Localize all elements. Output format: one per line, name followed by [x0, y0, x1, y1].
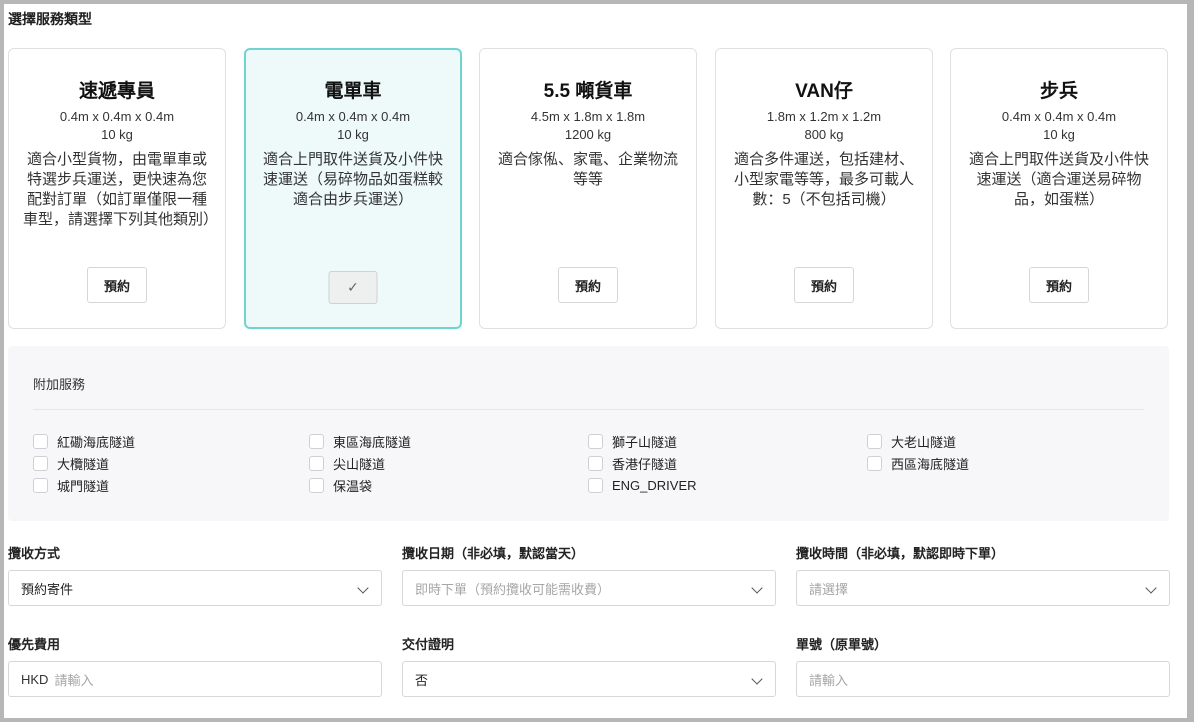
- service-dimensions: 0.4m x 0.4m x 0.4m: [1001, 109, 1117, 124]
- service-weight: 1200 kg: [564, 127, 612, 142]
- service-name: VAN仔: [795, 81, 853, 102]
- checkbox[interactable]: [588, 455, 603, 471]
- pickup-time-select[interactable]: 請選擇: [796, 570, 1170, 606]
- service-description: 適合小型貨物，由電單車或特選步兵運送，更快速為您配對訂單（如訂單僅限一種車型，請…: [23, 151, 219, 228]
- currency-prefix: HKD: [21, 671, 49, 687]
- book-button[interactable]: 預約: [87, 267, 147, 303]
- book-button[interactable]: 預約: [794, 267, 854, 303]
- priority-fee-label: 優先費用: [8, 637, 61, 652]
- addon-label: 西區海底隧道: [891, 456, 970, 472]
- service-weight: 10 kg: [101, 127, 133, 142]
- checkbox[interactable]: [867, 433, 882, 449]
- pickup-date-label: 攬收日期（非必填，默認當天）: [402, 546, 585, 561]
- pickup-date-select[interactable]: 即時下單（預約攬收可能需收費）: [402, 570, 776, 606]
- addon-option[interactable]: 大老山隧道: [867, 431, 956, 451]
- pickup-time-placeholder: 請選擇: [809, 581, 849, 597]
- addon-label: 尖山隧道: [333, 456, 386, 472]
- addon-option[interactable]: 大欖隧道: [33, 453, 109, 473]
- service-weight: 10 kg: [1043, 127, 1075, 142]
- checkbox[interactable]: [588, 433, 603, 449]
- addon-label: 東區海底隧道: [333, 434, 412, 450]
- service-name: 步兵: [1039, 81, 1078, 102]
- service-card-truck[interactable]: 5.5 噸貨車 4.5m x 1.8m x 1.8m 1200 kg 適合傢俬、…: [479, 48, 697, 329]
- addon-option[interactable]: 獅子山隧道: [588, 431, 677, 451]
- addon-label: 香港仔隧道: [612, 456, 678, 472]
- addon-option[interactable]: 尖山隧道: [309, 453, 385, 473]
- delivery-proof-value: 否: [415, 672, 429, 688]
- addon-option[interactable]: 城門隧道: [33, 475, 109, 495]
- addon-option[interactable]: 紅磡海底隧道: [33, 431, 135, 451]
- booking-panel: 選擇服務類型 速遞專員 0.4m x 0.4m x 0.4m 10 kg 適合小…: [4, 4, 1187, 718]
- addon-label: 保温袋: [333, 478, 373, 494]
- delivery-proof-label: 交付證明: [402, 637, 455, 652]
- checkbox[interactable]: [33, 455, 48, 471]
- checkbox[interactable]: [309, 477, 324, 493]
- checkbox[interactable]: [33, 477, 48, 493]
- addon-option[interactable]: 保温袋: [309, 475, 372, 495]
- addon-label: 獅子山隧道: [612, 434, 678, 450]
- service-dimensions: 0.4m x 0.4m x 0.4m: [59, 109, 175, 124]
- chevron-down-icon: [1145, 582, 1157, 594]
- addon-label: 紅磡海底隧道: [57, 434, 136, 450]
- selected-check-button[interactable]: ✓: [328, 271, 378, 304]
- addon-label: 大老山隧道: [891, 434, 957, 450]
- addon-option[interactable]: 西區海底隧道: [867, 453, 969, 473]
- addon-label: 大欖隧道: [57, 456, 110, 472]
- service-weight: 800 kg: [804, 127, 844, 142]
- priority-fee-input[interactable]: HKD 請輸入: [8, 661, 382, 697]
- checkbox[interactable]: [867, 455, 882, 471]
- addon-title: 附加服務: [33, 377, 86, 392]
- addon-option[interactable]: ENG_DRIVER: [588, 475, 697, 495]
- page-title: 選擇服務類型: [8, 11, 92, 27]
- divider: [33, 409, 1144, 410]
- book-button[interactable]: 預約: [1029, 267, 1089, 303]
- pickup-date-placeholder: 即時下單（預約攬收可能需收費）: [415, 581, 611, 597]
- chevron-down-icon: [357, 582, 369, 594]
- addon-services-section: 附加服務 紅磡海底隧道 大欖隧道 城門隧道 東區海底隧道 尖山隧道 保温袋 獅子…: [8, 346, 1169, 521]
- addon-label: 城門隧道: [57, 478, 110, 494]
- service-name: 5.5 噸貨車: [543, 81, 633, 102]
- service-description: 適合傢俬、家電、企業物流等等: [497, 151, 678, 188]
- service-name: 速遞專員: [78, 81, 155, 102]
- service-dimensions: 0.4m x 0.4m x 0.4m: [295, 109, 411, 124]
- order-number-label: 單號（原單號）: [796, 637, 888, 652]
- checkbox[interactable]: [309, 433, 324, 449]
- addon-option[interactable]: 香港仔隧道: [588, 453, 677, 473]
- pickup-method-label: 攬收方式: [8, 546, 61, 561]
- service-weight: 10 kg: [337, 127, 369, 142]
- service-card-courier[interactable]: 速遞專員 0.4m x 0.4m x 0.4m 10 kg 適合小型貨物，由電單…: [8, 48, 226, 329]
- checkbox[interactable]: [309, 455, 324, 471]
- pickup-method-select[interactable]: 預約寄件: [8, 570, 382, 606]
- delivery-proof-select[interactable]: 否: [402, 661, 776, 697]
- service-dimensions: 4.5m x 1.8m x 1.8m: [530, 109, 646, 124]
- checkbox[interactable]: [588, 477, 603, 493]
- service-description: 適合多件運送，包括建材、小型家電等等，最多可載人數：5（不包括司機）: [733, 151, 914, 208]
- service-description: 適合上門取件送貨及小件快速運送（易碎物品如蛋糕較適合由步兵運送）: [262, 151, 443, 208]
- service-card-motorcycle[interactable]: 電單車 0.4m x 0.4m x 0.4m 10 kg 適合上門取件送貨及小件…: [244, 48, 462, 329]
- checkbox[interactable]: [33, 433, 48, 449]
- book-button[interactable]: 預約: [558, 267, 618, 303]
- chevron-down-icon: [751, 582, 763, 594]
- priority-fee-placeholder: 請輸入: [54, 672, 94, 688]
- service-card-walker[interactable]: 步兵 0.4m x 0.4m x 0.4m 10 kg 適合上門取件送貨及小件快…: [950, 48, 1168, 329]
- pickup-method-value: 預約寄件: [21, 581, 74, 597]
- service-card-van[interactable]: VAN仔 1.8m x 1.2m x 1.2m 800 kg 適合多件運送，包括…: [715, 48, 933, 329]
- order-number-input[interactable]: 請輸入: [796, 661, 1170, 697]
- service-dimensions: 1.8m x 1.2m x 1.2m: [766, 109, 882, 124]
- addon-label: ENG_DRIVER: [612, 477, 697, 493]
- order-number-placeholder: 請輸入: [809, 672, 849, 688]
- pickup-time-label: 攬收時間（非必填，默認即時下單）: [796, 546, 1005, 561]
- chevron-down-icon: [751, 673, 763, 685]
- service-name: 電單車: [324, 81, 382, 102]
- addon-option[interactable]: 東區海底隧道: [309, 431, 411, 451]
- service-description: 適合上門取件送貨及小件快速運送（適合運送易碎物品，如蛋糕）: [968, 151, 1149, 208]
